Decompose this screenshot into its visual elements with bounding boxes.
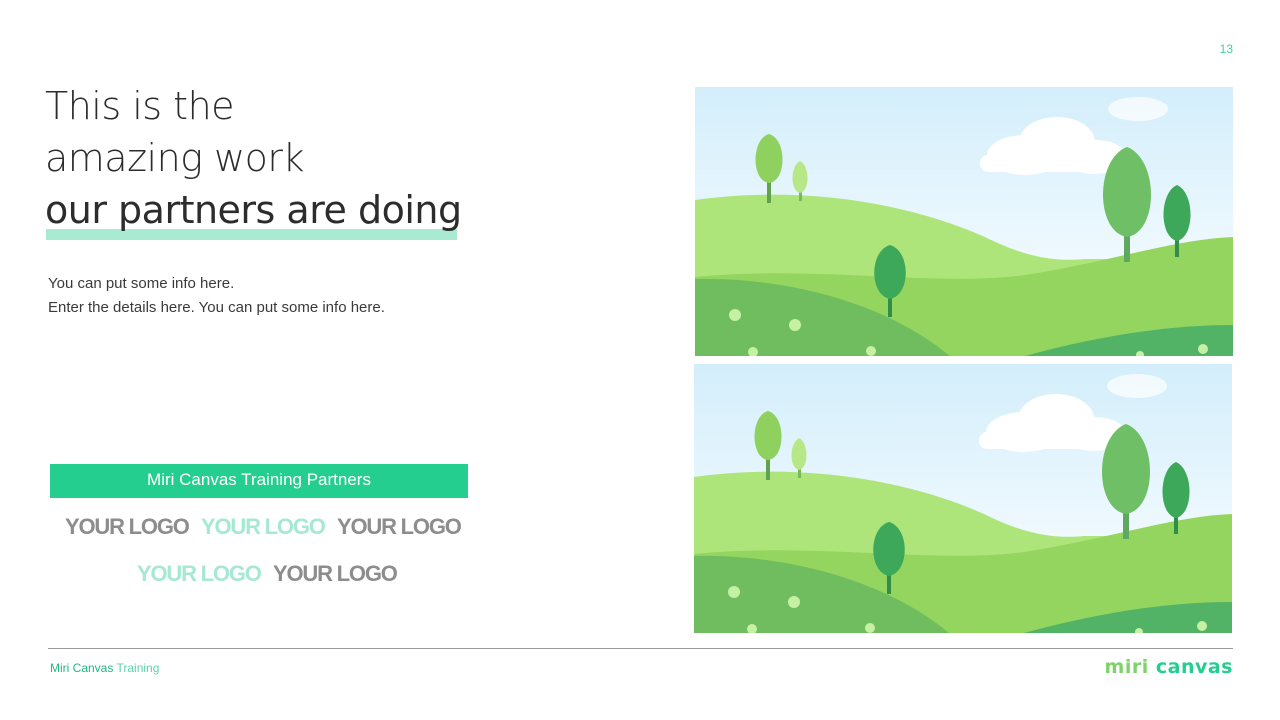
logo-part-canvas: canvas: [1155, 656, 1233, 678]
partner-logo-4: YOUR LOGO: [137, 561, 262, 586]
logo-part-miri: miri: [1104, 656, 1149, 678]
partner-logo-3: YOUR LOGO: [337, 514, 462, 539]
partners-banner: Miri Canvas Training Partners: [50, 464, 468, 498]
partner-logo-2: YOUR LOGO: [201, 514, 326, 539]
footer-brand-sub: Training: [116, 661, 160, 675]
slide-title: This is the amazing work our partners ar…: [45, 80, 645, 236]
description-line-2: Enter the details here. You can put some…: [48, 299, 385, 316]
partner-logo-1: YOUR LOGO: [65, 514, 190, 539]
slide: 13 This is the amazing work our partners…: [0, 0, 1280, 720]
title-line-2: amazing work: [45, 136, 305, 180]
partner-logo-5: YOUR LOGO: [273, 561, 398, 586]
description-line-1: You can put some info here.: [48, 275, 235, 292]
footer-brand-name: Miri Canvas: [50, 661, 114, 675]
page-number: 13: [1219, 42, 1233, 56]
footer-brand: Miri Canvas Training: [50, 661, 159, 675]
description: You can put some info here. Enter the de…: [48, 272, 385, 320]
miri-canvas-logo: miri canvas: [1105, 656, 1233, 678]
footer-divider: [48, 648, 1233, 649]
title-line-3: our partners are doing: [45, 188, 462, 232]
landscape-illustration-top: [695, 87, 1233, 356]
landscape-illustration-bottom: [694, 364, 1232, 633]
title-line-1: This is the: [45, 84, 235, 128]
